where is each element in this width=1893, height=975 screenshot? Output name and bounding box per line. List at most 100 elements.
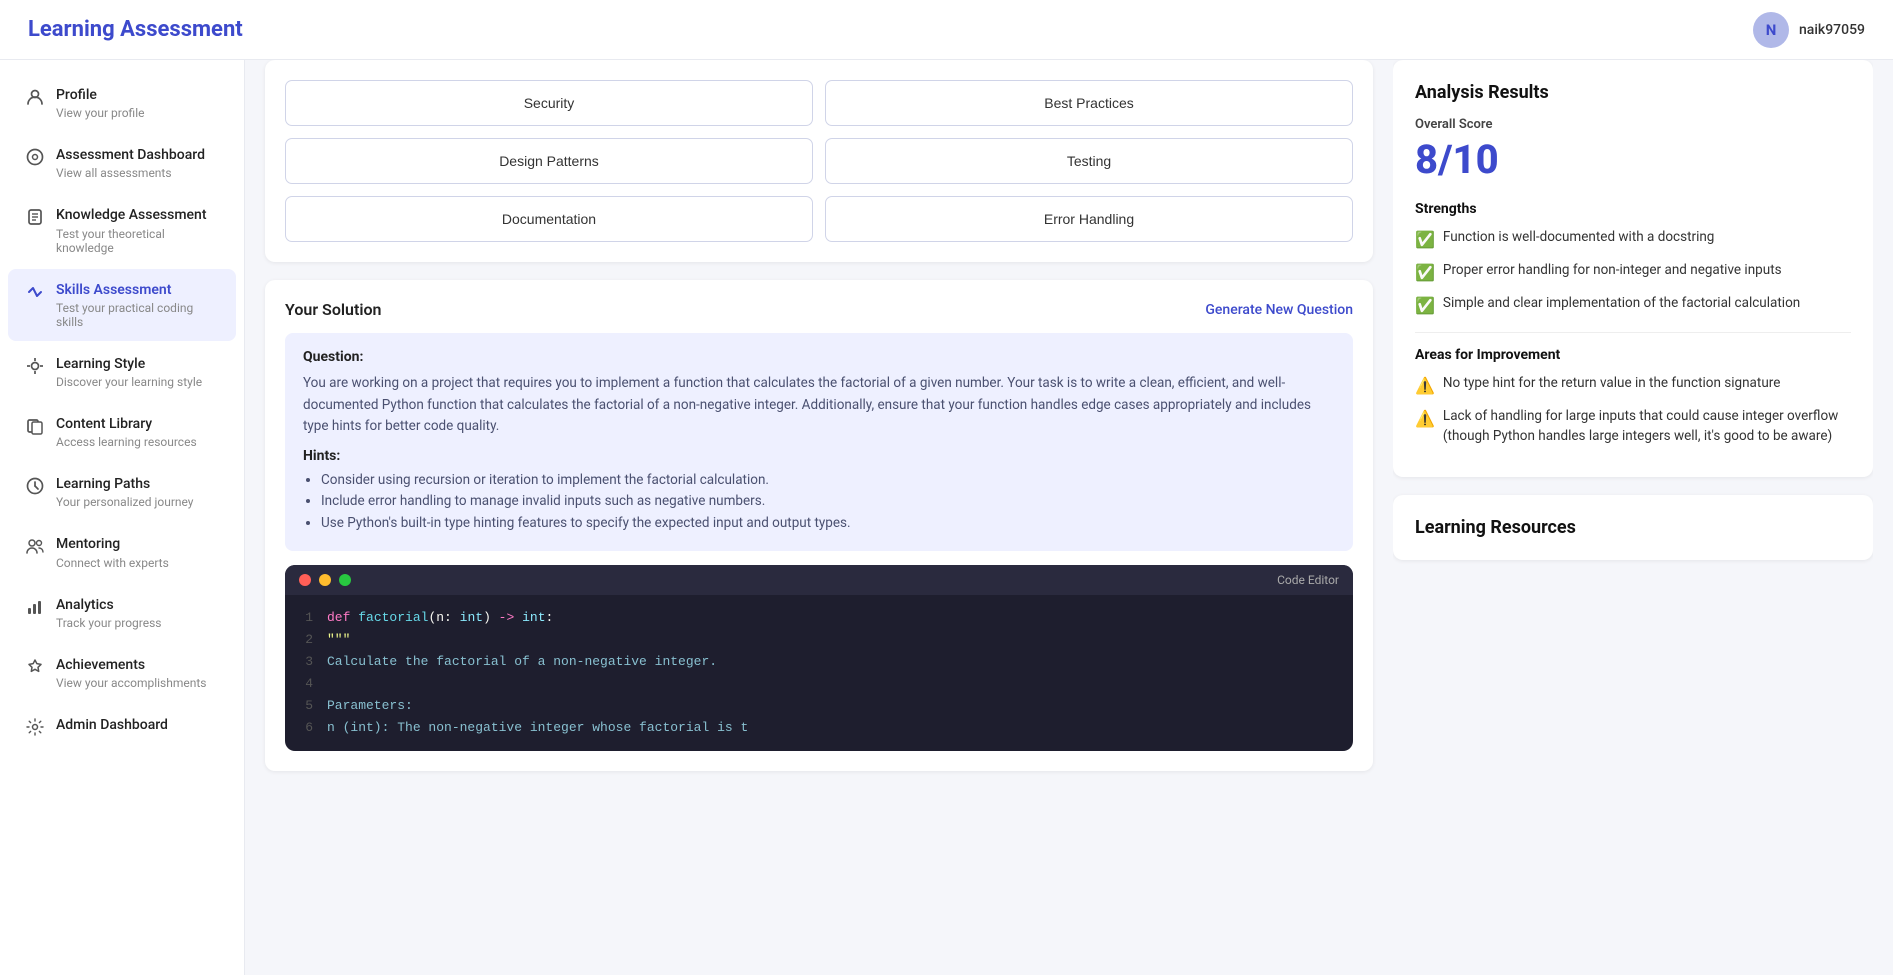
line-number: 2 bbox=[285, 629, 327, 651]
sidebar-item-title: Mentoring bbox=[56, 535, 169, 553]
question-label: Question: bbox=[303, 349, 1335, 365]
check-icon: ✅ bbox=[1415, 294, 1435, 318]
line-code: def factorial(n: int) -> int: bbox=[327, 607, 1353, 629]
user-section: N naik97059 bbox=[1753, 12, 1865, 48]
hints-list: Consider using recursion or iteration to… bbox=[303, 470, 1335, 535]
sidebar-item-content-library[interactable]: Content Library Access learning resources bbox=[8, 403, 236, 461]
sidebar-item-subtitle: Your personalized journey bbox=[56, 495, 193, 509]
layout: ProfileView your profileAssessment Dashb… bbox=[0, 60, 1893, 975]
topic-btn-documentation[interactable]: Documentation bbox=[285, 196, 813, 242]
sidebar-item-learning-style[interactable]: Learning StyleDiscover your learning sty… bbox=[8, 343, 236, 401]
sidebar-item-title: Learning Paths bbox=[56, 475, 193, 493]
sidebar-item-skills-assessment[interactable]: Skills Assessment Test your practical cod… bbox=[8, 269, 236, 341]
improvement-item: ⚠️No type hint for the return value in t… bbox=[1415, 373, 1851, 398]
sidebar-item-subtitle: Access learning resources bbox=[56, 435, 197, 449]
line-code: n (int): The non-negative integer whose … bbox=[327, 717, 1353, 739]
assessment-dashboard-icon bbox=[26, 148, 44, 171]
sidebar-item-subtitle: Connect with experts bbox=[56, 556, 169, 570]
sidebar-item-title: Admin Dashboard bbox=[56, 716, 168, 734]
score-label: Overall Score bbox=[1415, 117, 1851, 132]
right-panel: Analysis Results Overall Score 8/10 Stre… bbox=[1393, 60, 1873, 955]
line-number: 3 bbox=[285, 651, 327, 673]
code-line: 1def factorial(n: int) -> int: bbox=[285, 607, 1353, 629]
admin-dashboard-icon bbox=[26, 718, 44, 741]
improvement-item: ⚠️ Lack of handling for large inputs that… bbox=[1415, 406, 1851, 447]
code-line: 4 bbox=[285, 673, 1353, 695]
center-panel: Security Best Practices Design Patterns Tes… bbox=[265, 60, 1373, 955]
code-body[interactable]: 1def factorial(n: int) -> int:2 """3 Cal… bbox=[285, 595, 1353, 752]
strength-item: ✅Function is well-documented with a docs… bbox=[1415, 227, 1851, 252]
analysis-card: Analysis Results Overall Score 8/10 Stre… bbox=[1393, 60, 1873, 477]
warning-icon: ⚠️ bbox=[1415, 407, 1435, 431]
hint-item: Include error handling to manage invalid… bbox=[321, 491, 1335, 513]
sidebar-item-subtitle: View your accomplishments bbox=[56, 676, 206, 690]
sidebar-item-title: Skills Assessment bbox=[56, 281, 218, 299]
improvements-label: Areas for Improvement bbox=[1415, 347, 1851, 363]
line-number: 1 bbox=[285, 607, 327, 629]
topic-btn-error-handling[interactable]: Error Handling bbox=[825, 196, 1353, 242]
hints-label: Hints: bbox=[303, 448, 1335, 464]
header: Learning Assessment N naik97059 bbox=[0, 0, 1893, 60]
sidebar-item-profile[interactable]: ProfileView your profile bbox=[8, 74, 236, 132]
strength-text: Proper error handling for non-integer an… bbox=[1443, 260, 1782, 280]
solution-title: Your Solution bbox=[285, 300, 381, 319]
knowledge-assessment-icon bbox=[26, 208, 44, 231]
close-dot bbox=[299, 574, 311, 586]
strengths-list: ✅ Function is well-documented with a docs… bbox=[1415, 227, 1851, 318]
profile-icon bbox=[26, 88, 44, 111]
improvements-list: ⚠️No type hint for the return value in t… bbox=[1415, 373, 1851, 447]
score-value: 8/10 bbox=[1415, 136, 1851, 183]
sidebar-item-assessment-dashboard[interactable]: Assessment DashboardView all assessments bbox=[8, 134, 236, 192]
generate-new-question-link[interactable]: Generate New Question bbox=[1205, 302, 1353, 318]
analysis-title: Analysis Results bbox=[1415, 82, 1851, 103]
analytics-icon bbox=[26, 598, 44, 621]
sidebar-item-subtitle: Test your practical coding skills bbox=[56, 301, 218, 329]
code-line: 2 """ bbox=[285, 629, 1353, 651]
check-icon: ✅ bbox=[1415, 261, 1435, 285]
code-editor-bar: Code Editor bbox=[285, 565, 1353, 595]
code-line: 6 n (int): The non-negative integer whos… bbox=[285, 717, 1353, 739]
sidebar-item-title: Profile bbox=[56, 86, 144, 104]
line-code: Calculate the factorial of a non-negativ… bbox=[327, 651, 1353, 673]
topic-btn-design-patterns[interactable]: Design Patterns bbox=[285, 138, 813, 184]
sidebar-item-achievements[interactable]: Achievements View your accomplishments bbox=[8, 644, 236, 702]
code-line: 5 Parameters: bbox=[285, 695, 1353, 717]
maximize-dot bbox=[339, 574, 351, 586]
improvement-text: Lack of handling for large inputs that c… bbox=[1443, 406, 1851, 447]
hint-item: Consider using recursion or iteration to… bbox=[321, 470, 1335, 492]
avatar: N bbox=[1753, 12, 1789, 48]
topic-btn-testing[interactable]: Testing bbox=[825, 138, 1353, 184]
sidebar-item-title: Content Library bbox=[56, 415, 197, 433]
sidebar-item-knowledge-assessment[interactable]: Knowledge AssessmentTest your theoretica… bbox=[8, 194, 236, 266]
username: naik97059 bbox=[1799, 22, 1865, 38]
sidebar-item-admin-dashboard[interactable]: Admin Dashboard bbox=[8, 704, 236, 753]
sidebar-item-title: Learning Style bbox=[56, 355, 202, 373]
sidebar-item-subtitle: Track your progress bbox=[56, 616, 162, 630]
sidebar-item-title: Knowledge Assessment bbox=[56, 206, 218, 224]
learning-style-icon bbox=[26, 357, 44, 380]
content-library-icon bbox=[26, 417, 44, 440]
minimize-dot bbox=[319, 574, 331, 586]
line-code: Parameters: bbox=[327, 695, 1353, 717]
sidebar-item-learning-paths[interactable]: Learning Paths Your personalized journey bbox=[8, 463, 236, 521]
line-number: 6 bbox=[285, 717, 327, 739]
sidebar-item-analytics[interactable]: Analytics Track your progress bbox=[8, 584, 236, 642]
strength-text: Function is well-documented with a docst… bbox=[1443, 227, 1714, 247]
sidebar-item-mentoring[interactable]: Mentoring Connect with experts bbox=[8, 523, 236, 581]
topic-card: Security Best Practices Design Patterns Tes… bbox=[265, 60, 1373, 262]
resources-card: Learning Resources bbox=[1393, 495, 1873, 560]
sidebar-item-subtitle: View all assessments bbox=[56, 166, 205, 180]
line-number: 4 bbox=[285, 673, 327, 695]
app-title: Learning Assessment bbox=[28, 17, 243, 42]
topic-btn-security[interactable]: Security bbox=[285, 80, 813, 126]
sidebar-item-title: Achievements bbox=[56, 656, 206, 674]
sidebar-item-title: Analytics bbox=[56, 596, 162, 614]
line-number: 5 bbox=[285, 695, 327, 717]
warning-icon: ⚠️ bbox=[1415, 374, 1435, 398]
line-code: """ bbox=[327, 629, 1353, 651]
hint-item: Use Python's built-in type hinting featu… bbox=[321, 513, 1335, 535]
question-box: Question: You are working on a project t… bbox=[285, 333, 1353, 551]
topic-btn-best-practices[interactable]: Best Practices bbox=[825, 80, 1353, 126]
code-line: 3 Calculate the factorial of a non-negat… bbox=[285, 651, 1353, 673]
strength-item: ✅Simple and clear implementation of the … bbox=[1415, 293, 1851, 318]
